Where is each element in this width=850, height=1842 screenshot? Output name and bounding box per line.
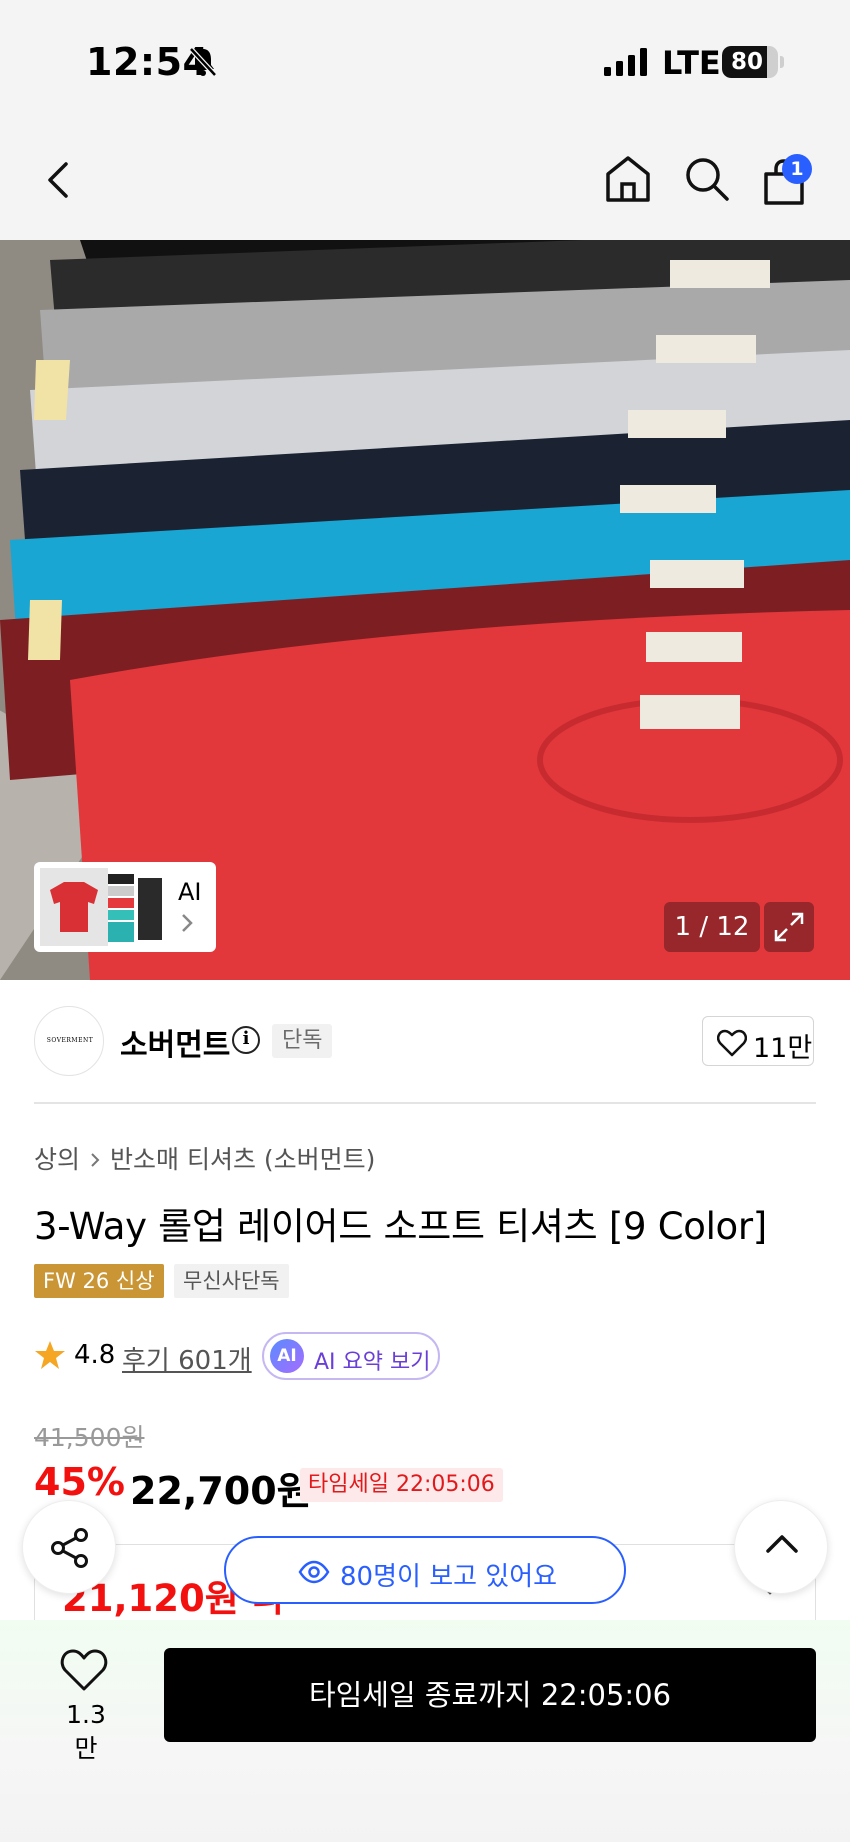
wishlist-heart-button[interactable]: [60, 1648, 108, 1696]
ai-summary-button[interactable]: AI AI 요약 보기: [262, 1332, 440, 1380]
brand-logo-text: SOVERMENT: [46, 1037, 94, 1044]
chevron-right-icon: [180, 912, 194, 940]
eye-icon: [298, 1560, 330, 1584]
share-button[interactable]: [22, 1500, 116, 1594]
back-arrow-icon[interactable]: [44, 160, 74, 204]
chevron-right-icon: [90, 1145, 100, 1174]
discount-rate: 45%: [34, 1460, 125, 1504]
star-icon: [34, 1340, 66, 1374]
battery-icon: 80: [722, 46, 778, 78]
heart-icon: [717, 1029, 747, 1057]
product-title: 3-Way 롤업 레이어드 소프트 티셔츠 [9 Color]: [34, 1205, 767, 1248]
viewers-count-label: 80명이 보고 있어요: [340, 1562, 558, 1592]
purchase-button[interactable]: 타임세일 종료까지 22:05:06: [164, 1648, 816, 1742]
new-season-tag: FW 26 신상: [34, 1264, 164, 1298]
home-icon[interactable]: [604, 154, 652, 208]
cart-count-badge: 1: [782, 154, 812, 184]
divider: [34, 1102, 816, 1104]
chevron-up-icon: [766, 1535, 798, 1553]
share-icon: [51, 1528, 88, 1568]
battery-nub: [780, 56, 784, 68]
signal-icon: [604, 48, 648, 80]
musinsa-exclusive-tag: 무신사단독: [174, 1264, 289, 1298]
reviews-link[interactable]: 후기 601개: [122, 1340, 252, 1377]
ai-label: AI: [178, 878, 202, 906]
brand-name[interactable]: 소버먼트: [120, 1020, 230, 1064]
status-bar: 12:54 LTE 80: [0, 0, 850, 120]
viewers-pill: 80명이 보고 있어요: [224, 1536, 626, 1604]
scroll-to-top-button[interactable]: [734, 1500, 828, 1594]
rating-value: 4.8: [74, 1340, 116, 1370]
network-label: LTE: [662, 44, 721, 82]
silent-bell-icon: [188, 46, 218, 82]
wishlist-count: 1.3만: [66, 1700, 106, 1763]
time-sale-badge: 타임세일 22:05:06: [300, 1468, 503, 1502]
search-icon[interactable]: [684, 156, 730, 206]
battery-level: 80: [730, 49, 763, 75]
thumbnail-red-tshirt: [40, 868, 108, 946]
ai-summary-label: AI 요약 보기: [314, 1350, 431, 1375]
image-counter: 1 / 12: [664, 902, 760, 952]
info-icon[interactable]: i: [232, 1026, 260, 1054]
heart-icon: [60, 1649, 108, 1691]
ai-badge-icon: AI: [270, 1339, 304, 1373]
brand-like-button[interactable]: 11만: [702, 1016, 814, 1066]
sale-price: 22,700원: [130, 1469, 312, 1513]
exclusive-badge: 단독: [272, 1024, 333, 1058]
top-nav: [0, 120, 850, 240]
breadcrumb-item[interactable]: 반소매 티셔츠 (소버먼트): [110, 1145, 375, 1174]
brand-logo[interactable]: SOVERMENT: [34, 1006, 104, 1076]
original-price: 41,500원: [34, 1423, 145, 1452]
breadcrumb: 상의 반소매 티셔츠 (소버먼트): [34, 1140, 375, 1176]
expand-icon[interactable]: [764, 902, 814, 952]
breadcrumb-item[interactable]: 상의: [34, 1145, 80, 1174]
brand-like-count: 11만: [753, 1033, 813, 1064]
thumbnail-color-stack: [108, 870, 164, 944]
